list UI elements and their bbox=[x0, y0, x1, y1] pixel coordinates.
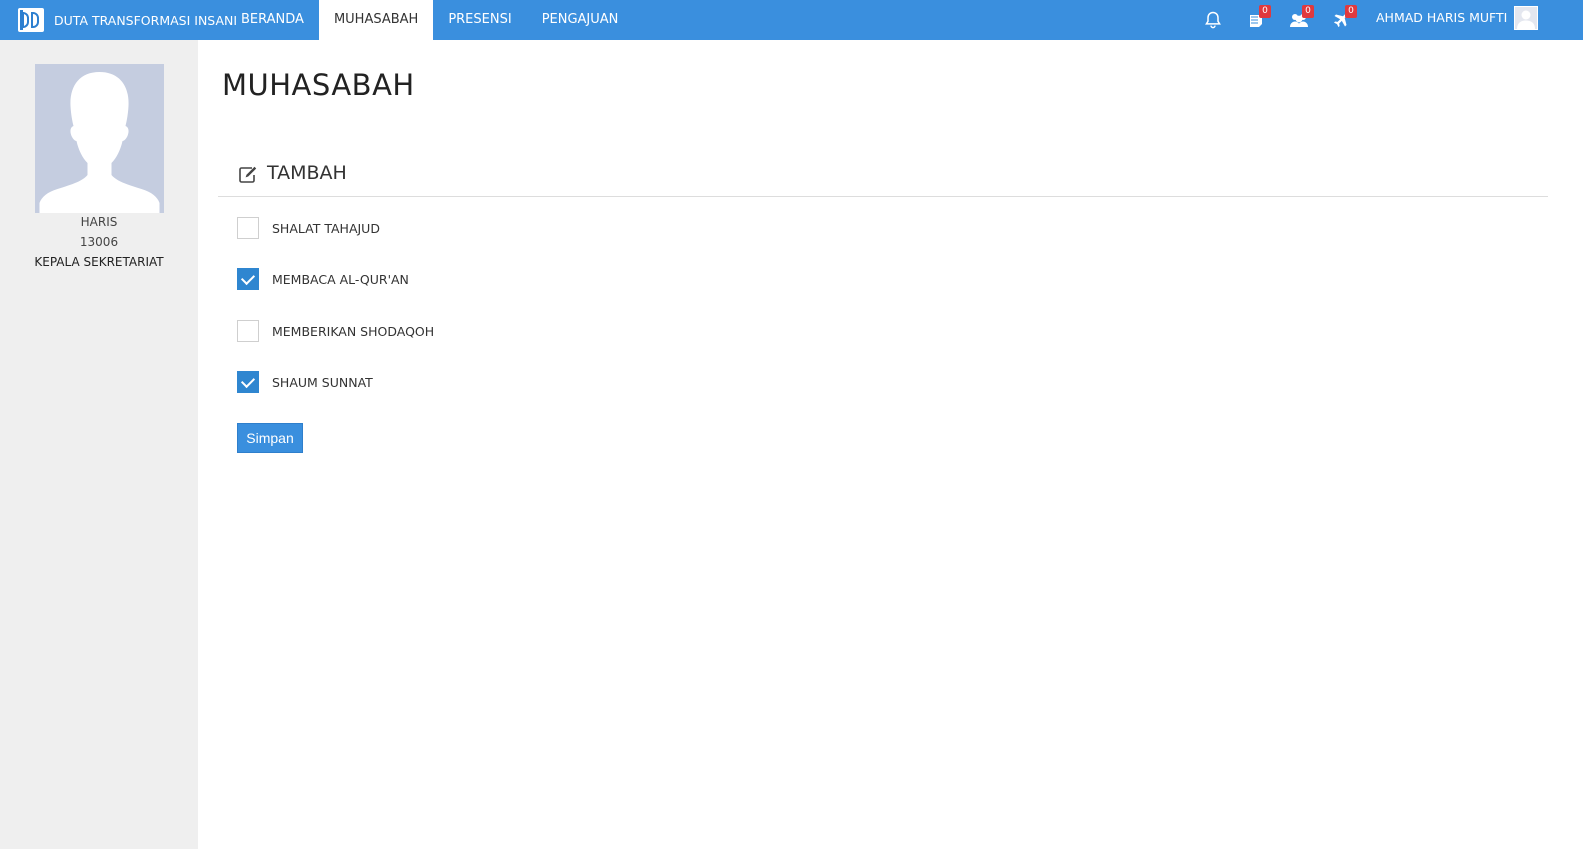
books-badge: 0 bbox=[1259, 5, 1271, 18]
main-nav: BERANDA MUHASABAH PRESENSI PENGAJUAN bbox=[226, 0, 633, 40]
edit-icon bbox=[237, 164, 259, 186]
checkbox-label: MEMBACA AL-QUR'AN bbox=[272, 271, 409, 287]
checkbox-row-memberikan-shodaqoh[interactable]: MEMBERIKAN SHODAQOH bbox=[237, 319, 434, 343]
profile-avatar bbox=[35, 64, 164, 213]
nav-item-muhasabah[interactable]: MUHASABAH bbox=[318, 0, 434, 40]
checkbox-membaca-al-quran[interactable] bbox=[237, 268, 259, 290]
plane-badge: 0 bbox=[1345, 5, 1357, 18]
profile-id-number: 13006 bbox=[79, 235, 119, 249]
brand-logo-icon bbox=[18, 8, 44, 32]
checkbox-label: SHALAT TAHAJUD bbox=[272, 220, 380, 236]
checkbox-shaum-sunnat[interactable] bbox=[237, 371, 259, 393]
section-header: TAMBAH bbox=[218, 152, 1548, 197]
nav-item-presensi[interactable]: PRESENSI bbox=[433, 0, 526, 40]
top-navbar: DUTA TRANSFORMASI INSANI BERANDA MUHASAB… bbox=[0, 0, 1583, 40]
checkbox-row-membaca-al-quran[interactable]: MEMBACA AL-QUR'AN bbox=[237, 267, 409, 291]
brand-link[interactable]: DUTA TRANSFORMASI INSANI bbox=[18, 0, 237, 40]
bell-icon[interactable] bbox=[1203, 10, 1223, 30]
profile-role: KEPALA SEKRETARIAT bbox=[34, 255, 164, 269]
plane-icon[interactable]: 0 bbox=[1332, 5, 1357, 30]
users-icon[interactable]: 0 bbox=[1289, 5, 1314, 30]
page-title: MUHASABAH bbox=[222, 68, 415, 102]
users-badge: 0 bbox=[1302, 5, 1314, 18]
brand-name: DUTA TRANSFORMASI INSANI bbox=[54, 12, 238, 28]
checkbox-label: SHAUM SUNNAT bbox=[272, 374, 373, 390]
profile-name: HARIS bbox=[80, 215, 118, 229]
checkbox-memberikan-shodaqoh[interactable] bbox=[237, 320, 259, 342]
checkbox-shalat-tahajud[interactable] bbox=[237, 217, 259, 239]
book-icon[interactable]: 0 bbox=[1246, 5, 1271, 30]
nav-item-pengajuan[interactable]: PENGAJUAN bbox=[527, 0, 634, 40]
user-avatar[interactable] bbox=[1514, 6, 1538, 30]
user-name[interactable]: AHMAD HARIS MUFTI bbox=[1376, 0, 1507, 40]
checkbox-label: MEMBERIKAN SHODAQOH bbox=[272, 323, 435, 339]
save-button[interactable]: Simpan bbox=[237, 423, 303, 453]
nav-item-beranda[interactable]: BERANDA bbox=[226, 0, 319, 40]
checkbox-row-shaum-sunnat[interactable]: SHAUM SUNNAT bbox=[237, 370, 373, 394]
section-title: TAMBAH bbox=[267, 162, 347, 184]
checkbox-row-shalat-tahajud[interactable]: SHALAT TAHAJUD bbox=[237, 216, 380, 240]
sidebar: HARIS 13006 KEPALA SEKRETARIAT bbox=[0, 40, 198, 849]
